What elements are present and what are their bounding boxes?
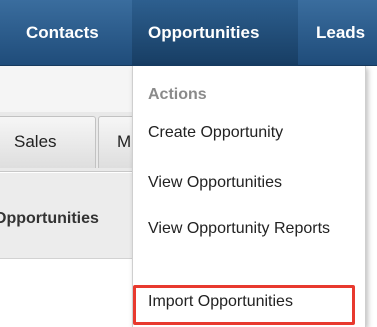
list-body [0, 260, 132, 327]
tab-more-label: M [117, 132, 132, 151]
nav-contacts[interactable]: Contacts [26, 0, 99, 66]
list-heading: Opportunities [0, 210, 99, 227]
tab-sales-label: Sales [14, 132, 57, 151]
menu-item-view-opportunity-reports[interactable]: View Opportunity Reports [148, 216, 348, 241]
menu-heading-actions: Actions [148, 86, 207, 103]
top-navigation-bar: Contacts Opportunities Leads [0, 0, 377, 66]
highlight-box [133, 285, 355, 325]
nav-leads[interactable]: Leads [316, 0, 365, 66]
nav-opportunities[interactable]: Opportunities [132, 0, 298, 66]
menu-item-view-opportunities[interactable]: View Opportunities [148, 170, 282, 195]
page-subheader [0, 66, 132, 112]
menu-item-create-opportunity[interactable]: Create Opportunity [148, 120, 283, 145]
